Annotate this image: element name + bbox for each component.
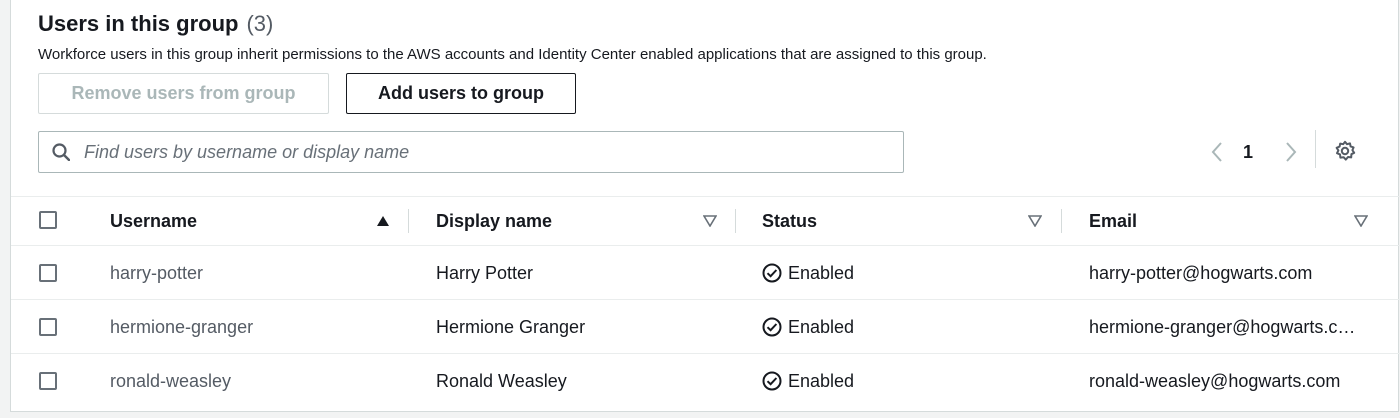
username-link[interactable]: hermione-granger xyxy=(110,300,253,354)
search-icon xyxy=(52,143,70,161)
table-row: ronald-weasley Ronald Weasley Enabled ro… xyxy=(11,354,1400,410)
table-settings-button[interactable] xyxy=(1333,139,1357,163)
column-header-email[interactable]: Email xyxy=(1089,197,1137,245)
check-circle-icon xyxy=(762,263,782,283)
column-header-status[interactable]: Status xyxy=(762,197,817,245)
select-all-checkbox[interactable] xyxy=(39,211,57,229)
table-row: harry-potter Harry Potter Enabled harry-… xyxy=(11,246,1400,300)
chevron-right-icon xyxy=(1286,142,1297,162)
display-name-cell: Ronald Weasley xyxy=(436,370,567,391)
status-cell: Enabled xyxy=(762,300,854,354)
sort-ascending-icon[interactable] xyxy=(376,197,390,245)
sort-neutral-icon[interactable] xyxy=(1354,197,1368,245)
panel-header: Users in this group (3) Workforce users … xyxy=(38,7,1378,65)
page-number[interactable]: 1 xyxy=(1243,137,1253,167)
email-cell: harry-potter@hogwarts.com xyxy=(1089,263,1313,283)
next-page-button[interactable] xyxy=(1281,137,1301,167)
column-divider xyxy=(408,209,409,233)
username-link[interactable]: harry-potter xyxy=(110,246,203,300)
pagination-divider xyxy=(1315,130,1316,168)
users-table: Username Display name Status Email harry… xyxy=(11,196,1400,410)
column-divider xyxy=(1061,209,1062,233)
panel-description: Workforce users in this group inherit pe… xyxy=(38,46,987,63)
check-circle-icon xyxy=(762,317,782,337)
status-text: Enabled xyxy=(788,370,855,391)
previous-page-button[interactable] xyxy=(1207,137,1227,167)
table-header: Username Display name Status Email xyxy=(11,196,1400,246)
sort-neutral-icon[interactable] xyxy=(1028,197,1042,245)
add-users-button[interactable]: Add users to group xyxy=(346,73,576,114)
search-box[interactable] xyxy=(38,131,904,173)
check-circle-icon xyxy=(762,371,782,391)
gear-icon xyxy=(1335,140,1356,161)
username-link[interactable]: ronald-weasley xyxy=(110,354,231,408)
panel-title: Users in this group xyxy=(38,11,239,36)
row-checkbox[interactable] xyxy=(39,318,57,336)
table-row: hermione-granger Hermione Granger Enable… xyxy=(11,300,1400,354)
search-input[interactable] xyxy=(82,140,903,164)
chevron-left-icon xyxy=(1211,142,1222,162)
email-cell: ronald-weasley@hogwarts.com xyxy=(1089,371,1341,391)
row-checkbox[interactable] xyxy=(39,264,57,282)
title-row: Users in this group (3) xyxy=(38,7,1378,41)
status-cell: Enabled xyxy=(762,354,854,408)
status-cell: Enabled xyxy=(762,246,854,300)
users-in-group-panel: Users in this group (3) Workforce users … xyxy=(10,0,1400,412)
column-divider xyxy=(735,209,736,233)
display-name-cell: Hermione Granger xyxy=(436,316,586,337)
display-name-cell: Harry Potter xyxy=(436,262,534,283)
sort-neutral-icon[interactable] xyxy=(703,197,717,245)
column-header-display-name[interactable]: Display name xyxy=(436,197,552,245)
email-cell: hermione-granger@hogwarts.com xyxy=(1089,317,1359,337)
column-header-username[interactable]: Username xyxy=(110,197,197,245)
status-text: Enabled xyxy=(788,316,855,337)
user-count: (3) xyxy=(246,11,274,36)
remove-users-button[interactable]: Remove users from group xyxy=(38,73,329,114)
status-text: Enabled xyxy=(788,262,855,283)
row-checkbox[interactable] xyxy=(39,372,57,390)
